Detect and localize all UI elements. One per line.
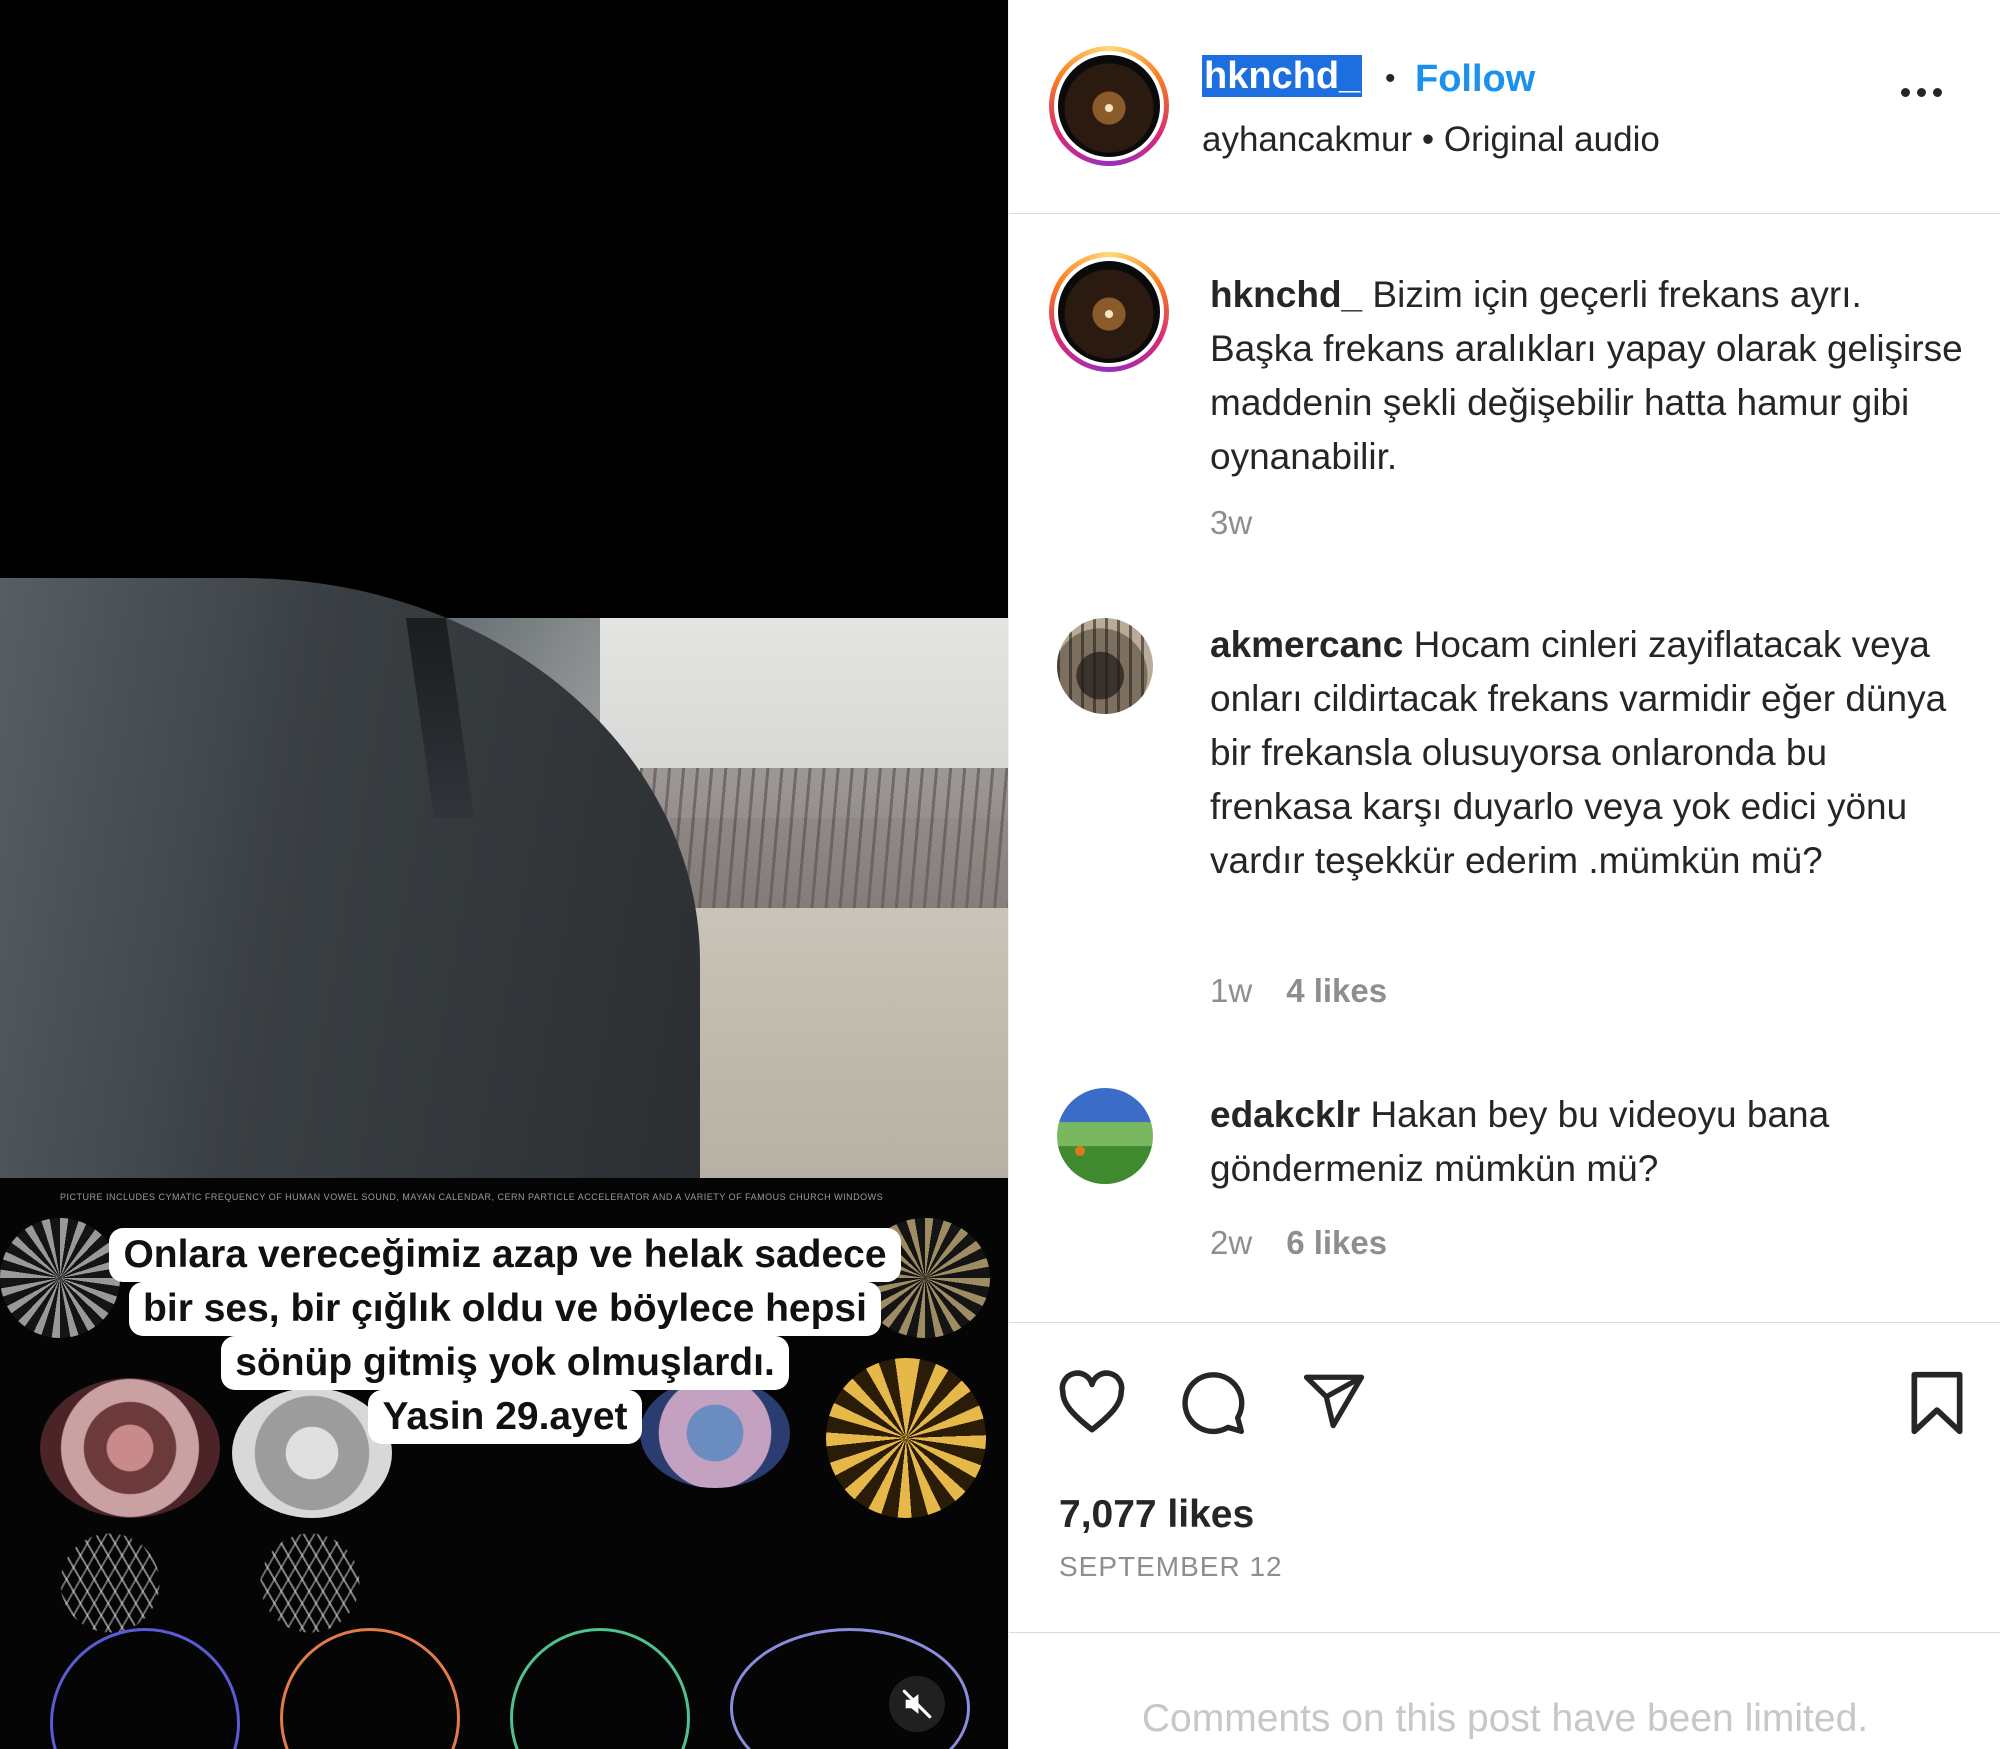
- separator-dot: •: [1385, 62, 1396, 95]
- more-options-button[interactable]: [1901, 88, 1942, 97]
- commenter-avatar[interactable]: [1049, 252, 1169, 372]
- comment-username[interactable]: edakcklr: [1210, 1094, 1360, 1135]
- comment-meta: 2w 6 likes: [1210, 1224, 1387, 1262]
- mute-button[interactable]: [889, 1676, 945, 1732]
- audio-link[interactable]: Original audio: [1444, 120, 1660, 159]
- comment-time[interactable]: 3w: [1210, 504, 1252, 542]
- subtitle-line: Onlara vereceğimiz azap ve helak sadece: [109, 1228, 901, 1282]
- more-dots-icon: [1901, 88, 1910, 97]
- video-player[interactable]: PICTURE INCLUDES CYMATIC FREQUENCY OF HU…: [0, 0, 1008, 1749]
- subtitle-line: bir ses, bir çığlık oldu ve böylece heps…: [129, 1282, 881, 1336]
- bookmark-icon: [1911, 1371, 1963, 1435]
- video-fine-print: PICTURE INCLUDES CYMATIC FREQUENCY OF HU…: [60, 1192, 884, 1202]
- like-button[interactable]: [1057, 1369, 1127, 1440]
- comment-button[interactable]: [1179, 1369, 1247, 1442]
- video-footage: [0, 578, 1008, 1218]
- video-subtitle: Onlara vereceğimiz azap ve helak sadece …: [50, 1228, 960, 1444]
- comment-bubble-icon: [1182, 1372, 1245, 1435]
- comment-body: akmercanc Hocam cinleri zayiflatacak vey…: [1210, 618, 1970, 888]
- audio-owner-link[interactable]: ayhancakmur: [1202, 120, 1412, 159]
- comment-time[interactable]: 2w: [1210, 1224, 1252, 1262]
- speaker-muted-icon: [902, 1689, 932, 1719]
- heart-icon: [1059, 1370, 1125, 1433]
- comments-list[interactable]: hknchd_ Bizim için geçerli frekans ayrı.…: [1009, 214, 2000, 1322]
- comment-time[interactable]: 1w: [1210, 972, 1252, 1010]
- comment-username[interactable]: hknchd_: [1210, 274, 1362, 315]
- post-date[interactable]: SEPTEMBER 12: [1059, 1551, 1283, 1583]
- comments-limited-notice: Comments on this post have been limited.: [1009, 1632, 2000, 1749]
- commenter-avatar[interactable]: [1057, 1088, 1153, 1184]
- author-avatar[interactable]: [1049, 46, 1169, 166]
- post-actions: 7,077 likes SEPTEMBER 12: [1009, 1322, 2000, 1632]
- commenter-avatar[interactable]: [1057, 618, 1153, 714]
- save-button[interactable]: [1907, 1369, 1967, 1442]
- comment-likes[interactable]: 4 likes: [1286, 972, 1387, 1010]
- comment-body: hknchd_ Bizim için geçerli frekans ayrı.…: [1210, 268, 1970, 484]
- follow-button[interactable]: Follow: [1415, 58, 1535, 101]
- subtitle-line: sönüp gitmiş yok olmuşlardı.: [221, 1336, 789, 1390]
- audio-attribution: ayhancakmur • Original audio: [1202, 120, 1660, 160]
- comment-body: edakcklr Hakan bey bu videoyu bana gönde…: [1210, 1088, 1970, 1196]
- paper-plane-icon: [1303, 1374, 1365, 1429]
- limited-text: Comments on this post have been limited.: [1141, 1697, 1869, 1740]
- post-header: hknchd_ • Follow ayhancakmur • Original …: [1009, 0, 2000, 214]
- letterbox-top: [0, 0, 1008, 618]
- comment-likes[interactable]: 6 likes: [1286, 1224, 1387, 1262]
- subtitle-line: Yasin 29.ayet: [368, 1390, 642, 1444]
- author-username[interactable]: hknchd_: [1202, 55, 1363, 98]
- likes-count[interactable]: 7,077 likes: [1059, 1493, 1254, 1537]
- separator-dot: •: [1421, 120, 1435, 159]
- comment-username[interactable]: akmercanc: [1210, 624, 1403, 665]
- comment-meta: 1w 4 likes: [1210, 972, 1387, 1010]
- share-button[interactable]: [1299, 1369, 1369, 1440]
- post-sidebar: hknchd_ • Follow ayhancakmur • Original …: [1008, 0, 2000, 1749]
- comment-meta: 3w: [1210, 504, 1252, 542]
